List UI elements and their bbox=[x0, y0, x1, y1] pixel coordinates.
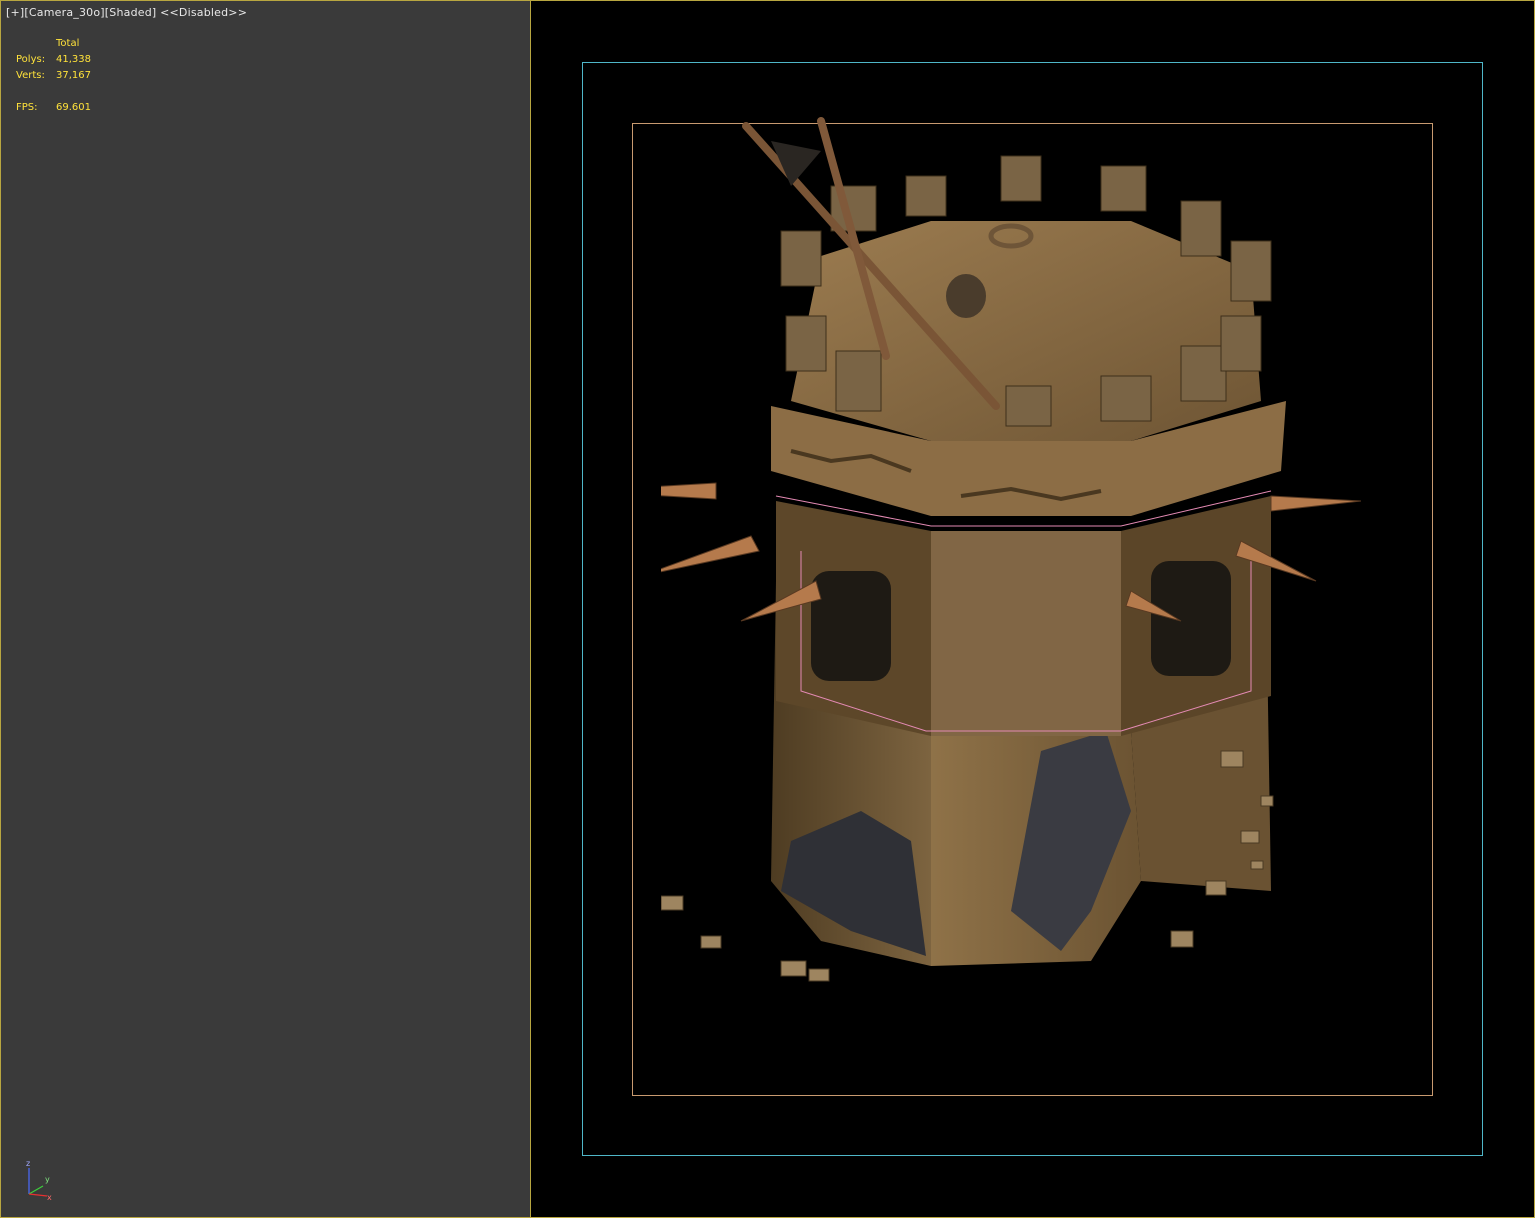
stats-header: Total bbox=[56, 38, 80, 49]
ruined-watchtower-model[interactable] bbox=[661, 111, 1361, 1021]
axis-tripod-icon: z y x bbox=[26, 1159, 52, 1201]
verts-value: 37,167 bbox=[56, 70, 91, 81]
camera-viewport[interactable] bbox=[530, 0, 1535, 1218]
axis-y-label: y bbox=[45, 1175, 50, 1184]
axis-z-label: z bbox=[26, 1159, 30, 1168]
left-viewport[interactable]: [+][Camera_30o][Shaded] <<Disabled>> Tot… bbox=[0, 0, 531, 1218]
viewport-label[interactable]: [+][Camera_30o][Shaded] <<Disabled>> bbox=[6, 6, 247, 19]
fps-value: 69.601 bbox=[56, 102, 91, 113]
window-left bbox=[811, 571, 891, 681]
tower-mid-front-face bbox=[931, 531, 1121, 736]
window-right bbox=[1151, 561, 1231, 676]
polys-value: 41,338 bbox=[56, 54, 91, 65]
axis-x-label: x bbox=[47, 1193, 52, 1201]
clay-pot bbox=[946, 274, 986, 318]
polys-label: Polys: bbox=[16, 54, 46, 65]
fps-label: FPS: bbox=[16, 102, 38, 113]
verts-label: Verts: bbox=[16, 70, 45, 81]
